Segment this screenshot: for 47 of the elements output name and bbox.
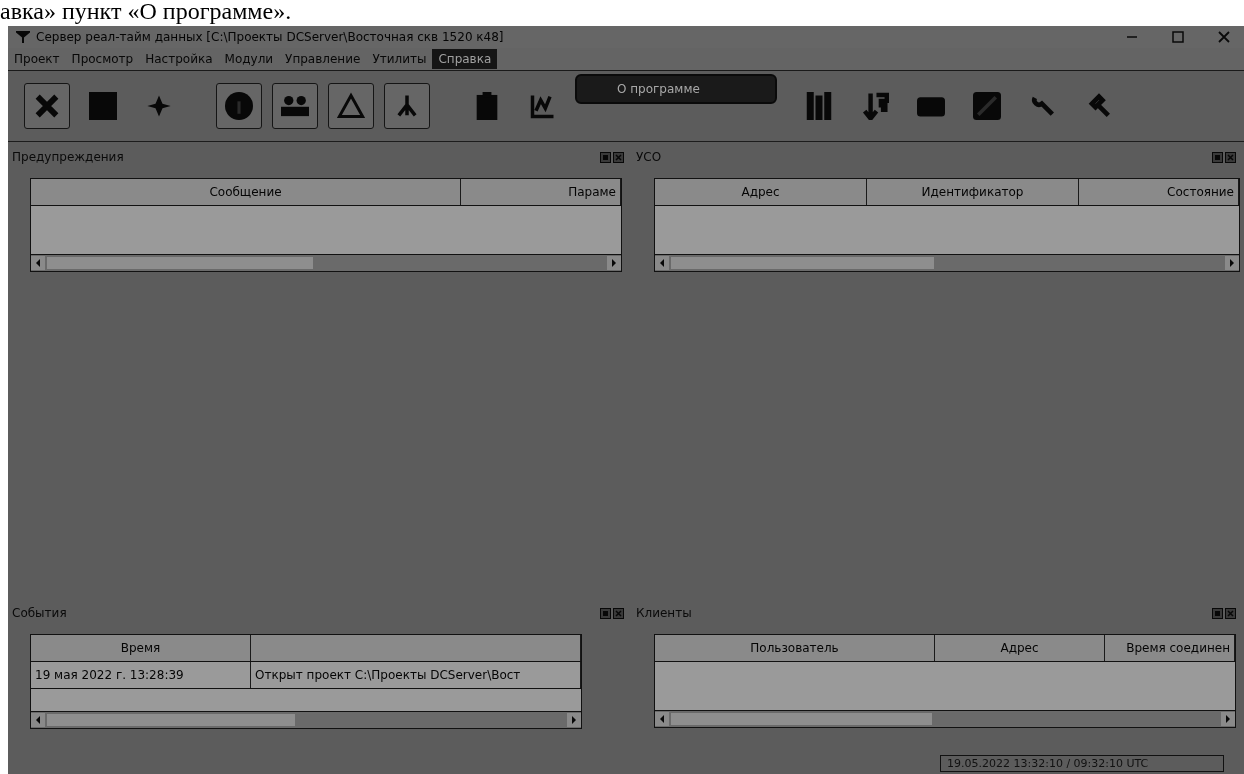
column-header[interactable]: Параме bbox=[461, 179, 621, 205]
toolbar-button[interactable] bbox=[328, 83, 374, 129]
warning-icon bbox=[337, 92, 365, 120]
horizontal-scrollbar[interactable] bbox=[31, 711, 581, 728]
status-clock: 19.05.2022 13:32:10 / 09:32:10 UTC bbox=[940, 754, 1224, 772]
restore-icon[interactable] bbox=[1212, 151, 1223, 163]
panel-title: УСО bbox=[636, 150, 663, 164]
menu-item[interactable]: Проект bbox=[8, 49, 66, 69]
restore-icon[interactable] bbox=[1212, 607, 1223, 619]
horizontal-scrollbar[interactable] bbox=[655, 254, 1239, 271]
menu-item[interactable]: Настройка bbox=[139, 49, 219, 69]
toolbar-button[interactable] bbox=[384, 83, 430, 129]
menu-item[interactable]: Утилиты bbox=[366, 49, 433, 69]
column-header[interactable]: Адрес bbox=[935, 635, 1105, 661]
window-title: Сервер реал-тайм данных [C:\Проекты DCServer\Восточная скв 1520 к48] bbox=[36, 30, 505, 44]
panel-title: Клиенты bbox=[636, 606, 693, 620]
tools-icon bbox=[33, 92, 61, 120]
restore-icon[interactable] bbox=[600, 607, 611, 619]
toolbar-button[interactable] bbox=[272, 83, 318, 129]
column-header[interactable]: Идентификатор bbox=[867, 179, 1079, 205]
horizontal-scrollbar[interactable] bbox=[655, 710, 1235, 727]
restore-icon[interactable] bbox=[600, 151, 611, 163]
panel-title: Предупреждения bbox=[12, 150, 125, 164]
column-header[interactable]: Время bbox=[31, 635, 251, 661]
column-header[interactable]: Время соединен bbox=[1105, 635, 1235, 661]
close-icon[interactable] bbox=[1225, 151, 1236, 163]
menu-item[interactable]: Модули bbox=[218, 49, 280, 69]
close-icon[interactable] bbox=[613, 151, 624, 163]
column-header[interactable]: Сообщение bbox=[31, 179, 461, 205]
close-icon[interactable] bbox=[613, 607, 624, 619]
menu-item[interactable]: Справка bbox=[432, 49, 498, 69]
square-icon bbox=[89, 92, 117, 120]
panel-title: События bbox=[12, 606, 68, 620]
menu-item[interactable]: Управление bbox=[279, 49, 367, 69]
horizontal-scrollbar[interactable] bbox=[31, 254, 621, 271]
column-header[interactable]: Адрес bbox=[655, 179, 867, 205]
column-header[interactable]: Пользователь bbox=[655, 635, 935, 661]
info-icon bbox=[225, 92, 253, 120]
document-text: авка» пункт «О программе». bbox=[0, 0, 293, 26]
column-header[interactable]: Состояние bbox=[1079, 179, 1239, 205]
close-icon[interactable] bbox=[1225, 607, 1236, 619]
columns-icon bbox=[805, 92, 833, 120]
toolbar-button[interactable] bbox=[216, 83, 262, 129]
menu-item[interactable]: О программе bbox=[617, 82, 747, 96]
menu-item[interactable]: Просмотр bbox=[65, 49, 140, 69]
toolbar-button[interactable] bbox=[24, 83, 70, 129]
arrow-icon bbox=[861, 92, 889, 120]
